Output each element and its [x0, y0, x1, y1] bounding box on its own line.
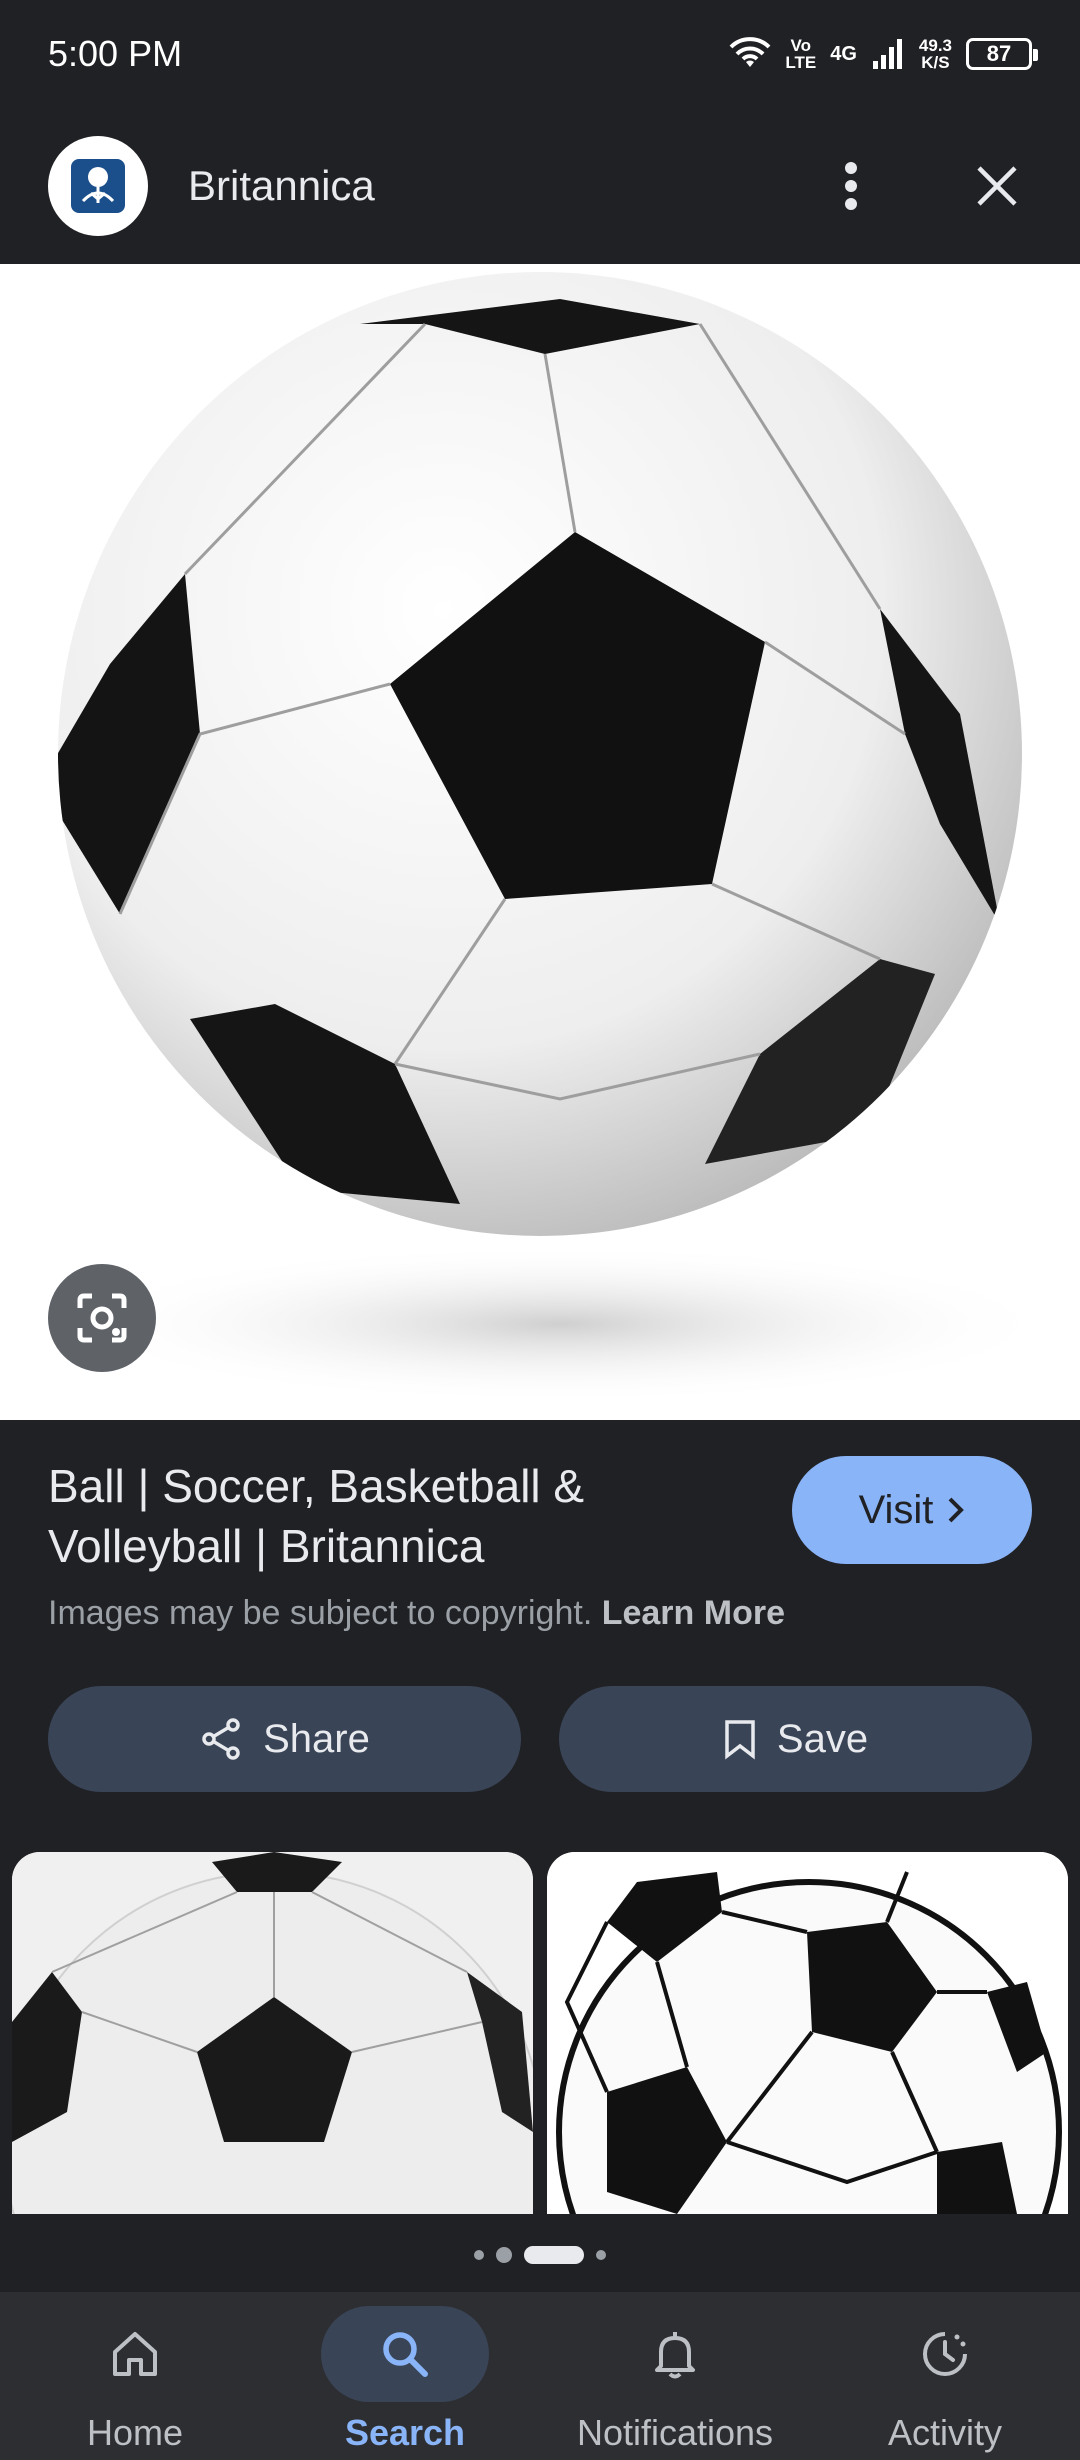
lens-icon: [77, 1293, 127, 1343]
share-button[interactable]: Share: [48, 1686, 521, 1792]
bell-icon: [655, 2332, 695, 2379]
pager-dot-active: [524, 2246, 584, 2264]
soccer-ball-thumbnail: [547, 1852, 1068, 2214]
chevron-right-icon: [949, 1497, 965, 1523]
network-speed: 49.3 K/S: [918, 36, 952, 72]
soccer-ball-thumbnail: [12, 1852, 533, 2214]
save-label: Save: [776, 1716, 869, 1761]
wifi-icon: [729, 37, 771, 67]
carousel-indicator: [0, 2240, 1080, 2270]
status-icons: Vo LTE 4G 49.3 K/S 87: [729, 36, 1038, 72]
action-row: Share Save: [48, 1686, 1032, 1792]
related-image-2[interactable]: [547, 1852, 1068, 2214]
copyright-notice: Images may be subject to copyright. Lear…: [48, 1594, 785, 1632]
more-vert-icon: [845, 162, 857, 210]
google-lens-button[interactable]: [48, 1264, 156, 1372]
britannica-thistle-logo-icon: [71, 159, 125, 213]
nav-notifications[interactable]: Notifications: [540, 2292, 810, 2460]
battery-icon: 87: [966, 38, 1038, 70]
pager-dot: [496, 2247, 512, 2263]
more-options-button[interactable]: [816, 151, 886, 221]
close-button[interactable]: [962, 151, 1032, 221]
result-title[interactable]: Ball | Soccer, Basketball & Volleyball |…: [48, 1456, 748, 1576]
share-label: Share: [263, 1716, 370, 1761]
nav-home[interactable]: Home: [0, 2292, 270, 2460]
nav-search-label: Search: [344, 2412, 466, 2453]
related-image-1[interactable]: [12, 1852, 533, 2214]
nav-home-label: Home: [86, 2412, 184, 2453]
network-type: 4G: [830, 42, 857, 65]
visit-button[interactable]: Visit: [792, 1456, 1032, 1564]
source-header: Britannica: [0, 108, 1080, 264]
visit-label: Visit: [858, 1487, 934, 1532]
share-icon: [202, 1718, 240, 1760]
nav-notifications-label: Notifications: [576, 2412, 774, 2453]
pager-dot: [596, 2250, 606, 2260]
related-images: [12, 1852, 1068, 2214]
signal-icon: [872, 39, 902, 69]
search-icon: [383, 2332, 428, 2377]
learn-more-link[interactable]: Learn More: [602, 1594, 785, 1632]
status-bar: 5:00 PM Vo LTE 4G 49.3 K/S 87: [0, 0, 1080, 108]
result-info: Ball | Soccer, Basketball & Volleyball |…: [48, 1456, 1032, 1633]
nav-activity-label: Activity: [887, 2412, 1002, 2453]
bookmark-icon: [725, 1720, 755, 1760]
image-preview[interactable]: [0, 264, 1080, 1420]
save-button[interactable]: Save: [559, 1686, 1032, 1792]
site-name[interactable]: Britannica: [188, 162, 375, 210]
bottom-navigation: Home Search Notifications Activity: [0, 2292, 1080, 2460]
close-icon: [977, 166, 1017, 206]
pager-dot: [474, 2250, 484, 2260]
status-time: 5:00 PM: [48, 33, 183, 74]
nav-activity[interactable]: Activity: [810, 2292, 1080, 2460]
home-icon: [113, 2332, 157, 2376]
soccer-ball-image: [58, 272, 1060, 1404]
activity-icon: [923, 2332, 967, 2376]
nav-search[interactable]: Search: [270, 2292, 540, 2460]
volte-indicator: Vo LTE: [785, 36, 817, 72]
site-logo[interactable]: [48, 136, 148, 236]
